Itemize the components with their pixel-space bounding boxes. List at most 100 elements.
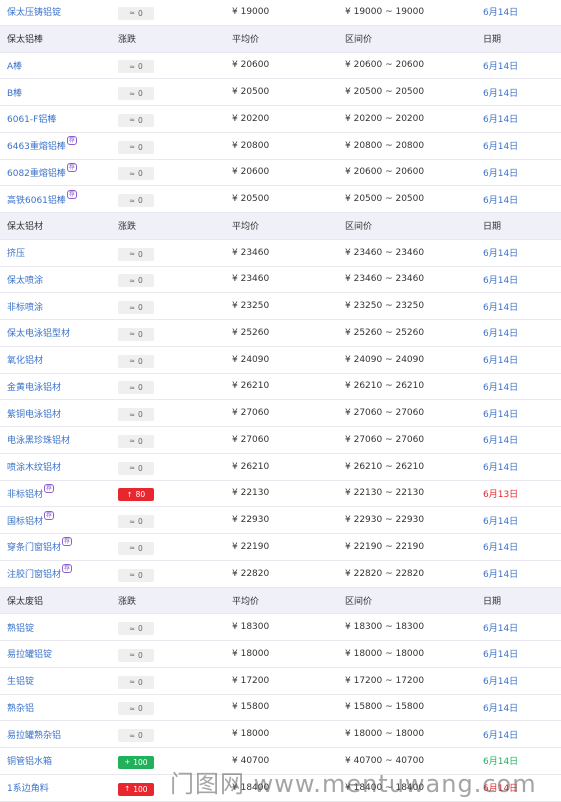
date-link[interactable]: 6月14日 — [483, 781, 518, 794]
product-link[interactable]: 6463重熔铝棒荐 — [7, 136, 77, 152]
date-link[interactable]: 6月14日 — [483, 701, 518, 714]
date-link[interactable]: 6月14日 — [483, 139, 518, 152]
date-link[interactable]: 6月14日 — [483, 540, 518, 553]
product-link[interactable]: 保太压铸铝锭 — [7, 5, 61, 18]
product-link[interactable]: 铜管铝水箱 — [7, 754, 52, 767]
date-link[interactable]: 6月14日 — [483, 5, 518, 18]
product-link[interactable]: 高铁6061铝棒荐 — [7, 189, 77, 206]
product-link[interactable]: 挤压 — [7, 246, 25, 259]
avg-price: ¥ 22190 — [232, 541, 270, 552]
product-link[interactable]: 非标喷涂 — [7, 300, 43, 313]
date-link[interactable]: 6月13日 — [483, 487, 518, 500]
date-link[interactable]: 6月14日 — [483, 407, 518, 420]
product-name: 易拉罐铝锭 — [7, 650, 53, 661]
date-link[interactable]: 6月14日 — [483, 166, 518, 179]
date-link[interactable]: 6月14日 — [483, 674, 518, 687]
product-link[interactable]: 保太喷涂 — [7, 273, 43, 286]
product-link[interactable]: 非标铝材荐 — [7, 483, 55, 500]
product-link[interactable]: 穿条门窗铝材荐 — [7, 537, 73, 553]
change-value: 0 — [138, 196, 143, 206]
product-link[interactable]: A棒 — [7, 59, 22, 72]
product-link[interactable]: 熟杂铝 — [7, 701, 34, 714]
flat-icon: ≈ — [129, 410, 136, 419]
date-link[interactable]: 6月14日 — [483, 246, 518, 259]
table-row: 氧化铝材 ≈0 ¥ 24090 ¥ 24090 ~ 24090 6月14日 — [0, 347, 561, 374]
product-link[interactable]: 1系边角料 — [7, 781, 49, 794]
date-link[interactable]: 6月14日 — [483, 621, 518, 634]
product-link[interactable]: 生铝锭 — [7, 674, 34, 687]
product-link[interactable]: 国标铝材荐 — [7, 510, 55, 527]
product-link[interactable]: 保太电泳铝型材 — [7, 326, 70, 339]
price-range: ¥ 20500 ~ 20500 — [345, 194, 425, 205]
product-link[interactable]: 熟铝锭 — [7, 621, 34, 634]
date-link[interactable]: 6月14日 — [483, 728, 518, 741]
date-link[interactable]: 6月14日 — [483, 300, 518, 313]
date-link[interactable]: 6月14日 — [483, 86, 518, 99]
date-cell: 6月14日 — [483, 240, 518, 266]
change-badge: ≈0 — [118, 434, 154, 448]
avg-price: ¥ 15800 — [232, 702, 270, 713]
date-cell: 6月14日 — [483, 454, 518, 480]
change-value: 0 — [138, 517, 143, 527]
product-link[interactable]: B棒 — [7, 86, 22, 99]
price-range: ¥ 20200 ~ 20200 — [345, 113, 425, 124]
date-cell: 6月13日 — [483, 481, 518, 507]
section-title: 保太废铝 — [7, 596, 44, 607]
avg-price: ¥ 18000 — [232, 648, 270, 659]
change-value: 0 — [138, 383, 143, 393]
product-cell: 易拉罐熟杂铝 — [7, 721, 61, 747]
date-link[interactable]: 6月14日 — [483, 193, 518, 206]
date-link[interactable]: 6月14日 — [483, 273, 518, 286]
date-link[interactable]: 6月14日 — [483, 460, 518, 473]
avg-price: ¥ 22930 — [232, 515, 270, 526]
flat-icon: ≈ — [129, 89, 136, 98]
product-cell: 国标铝材荐 — [7, 507, 55, 533]
change-badge: ≈0 — [118, 113, 154, 127]
date-link[interactable]: 6月14日 — [483, 380, 518, 393]
product-link[interactable]: 注胶门窗铝材荐 — [7, 564, 73, 580]
date-link[interactable]: 6月14日 — [483, 433, 518, 446]
date-link[interactable]: 6月14日 — [483, 353, 518, 366]
date-link[interactable]: 6月14日 — [483, 567, 518, 580]
product-cell: 熟杂铝 — [7, 695, 34, 721]
avg-header: 平均价 — [232, 35, 260, 46]
product-link[interactable]: 易拉罐铝锭 — [7, 647, 52, 660]
product-link[interactable]: 6061-F铝棒 — [7, 112, 56, 125]
product-name: 6082重熔铝棒 — [7, 168, 66, 179]
flat-icon: ≈ — [129, 678, 136, 687]
table-row: 铜管铝水箱 +100 ¥ 40700 ¥ 40700 ~ 40700 6月14日 — [0, 748, 561, 775]
product-link[interactable]: 电泳黑珍珠铝材 — [7, 433, 70, 446]
date-link[interactable]: 6月14日 — [483, 514, 518, 527]
table-row: 非标铝材荐 ↑ 80 ¥ 22130 ¥ 22130 ~ 22130 6月13日 — [0, 481, 561, 508]
change-header: 涨跌 — [118, 222, 137, 233]
change-value: 0 — [138, 249, 143, 259]
product-link[interactable]: 6082重熔铝棒荐 — [7, 162, 77, 179]
date-header: 日期 — [483, 222, 502, 233]
date-link[interactable]: 6月14日 — [483, 647, 518, 660]
product-link[interactable]: 氧化铝材 — [7, 353, 43, 366]
date-link[interactable]: 6月14日 — [483, 112, 518, 125]
table-row: 易拉罐铝锭 ≈0 ¥ 18000 ¥ 18000 ~ 18000 6月14日 — [0, 641, 561, 668]
flat-icon: ≈ — [129, 62, 136, 71]
date-link[interactable]: 6月14日 — [483, 326, 518, 339]
date-link[interactable]: 6月14日 — [483, 754, 518, 767]
product-cell: 喷涂木纹铝材 — [7, 454, 61, 480]
product-cell: A棒 — [7, 53, 22, 79]
recommend-mark-icon: 荐 — [62, 537, 73, 547]
product-name: 熟杂铝 — [7, 703, 35, 714]
product-link[interactable]: 喷涂木纹铝材 — [7, 460, 61, 473]
recommend-mark-icon: 荐 — [44, 510, 55, 520]
product-cell: 保太压铸铝锭 — [7, 0, 61, 25]
date-link[interactable]: 6月14日 — [483, 59, 518, 72]
product-link[interactable]: 金黄电泳铝材 — [7, 380, 61, 393]
flat-icon: ≈ — [129, 303, 136, 312]
date-cell: 6月14日 — [483, 614, 518, 640]
product-name: 6061-F铝棒 — [7, 115, 57, 126]
product-link[interactable]: 易拉罐熟杂铝 — [7, 728, 61, 741]
change-value: 0 — [138, 463, 143, 473]
date-cell: 6月14日 — [483, 347, 518, 373]
change-value: 0 — [138, 303, 143, 313]
product-link[interactable]: 紫铜电泳铝材 — [7, 407, 61, 420]
date-cell: 6月14日 — [483, 374, 518, 400]
change-badge: ≈0 — [118, 274, 154, 288]
